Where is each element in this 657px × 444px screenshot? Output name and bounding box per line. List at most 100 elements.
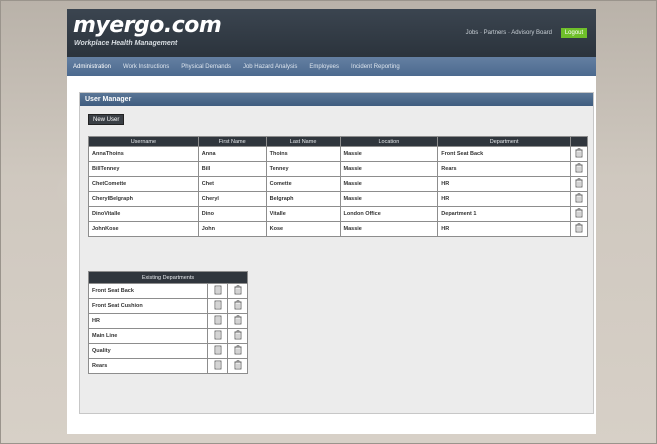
- nav-item-job-hazard-analysis[interactable]: Job Hazard Analysis: [243, 64, 297, 70]
- edit-document-icon[interactable]: [214, 285, 222, 297]
- department-row[interactable]: HR: [88, 313, 248, 329]
- departments-table: Existing Departments Front Seat Back Fron…: [88, 271, 248, 374]
- cell-first: Anna: [197, 146, 267, 162]
- department-name: Quality: [88, 343, 208, 359]
- trash-icon[interactable]: [575, 208, 583, 218]
- cell-first: Dino: [197, 206, 267, 222]
- nav-item-employees[interactable]: Employees: [309, 64, 339, 70]
- cell-last: Thoins: [265, 146, 341, 162]
- department-row[interactable]: Front Seat Back: [88, 283, 248, 299]
- cell-location: London Office: [339, 206, 439, 222]
- department-name: Front Seat Back: [88, 283, 208, 299]
- edit-document-icon[interactable]: [214, 315, 222, 327]
- cell-username: CherylBelgraph: [88, 191, 199, 207]
- col-location[interactable]: Location: [339, 136, 439, 147]
- cell-last: Vitalle: [265, 206, 341, 222]
- top-links[interactable]: Jobs · Partners · Advisory Board: [466, 30, 552, 36]
- site-header: myergo.com Workplace Health Management J…: [67, 9, 596, 57]
- cell-username: DinoVitalle: [88, 206, 199, 222]
- delete-cell: [227, 283, 248, 299]
- col-last-name[interactable]: Last Name: [265, 136, 341, 147]
- edit-document-icon[interactable]: [214, 300, 222, 312]
- cell-username: AnnaThoins: [88, 146, 199, 162]
- table-row[interactable]: ChetComette Chet Comette Massie HR: [88, 176, 588, 192]
- department-row[interactable]: Main Line: [88, 328, 248, 344]
- table-row[interactable]: JohnKose John Kose Massie HR: [88, 221, 588, 237]
- col-username[interactable]: Username: [88, 136, 199, 147]
- panel-title: User Manager: [80, 93, 593, 106]
- cell-department: HR: [437, 221, 571, 237]
- trash-icon[interactable]: [234, 285, 242, 295]
- nav-item-work-instructions[interactable]: Work Instructions: [123, 64, 169, 70]
- department-row[interactable]: Rears: [88, 358, 248, 374]
- trash-icon[interactable]: [234, 330, 242, 340]
- cell-location: Massie: [339, 146, 439, 162]
- edit-document-icon[interactable]: [214, 345, 222, 357]
- edit-cell: [207, 283, 228, 299]
- cell-department: HR: [437, 176, 571, 192]
- trash-icon[interactable]: [575, 178, 583, 188]
- departments-title: Existing Departments: [88, 271, 248, 284]
- nav-item-physical-demands[interactable]: Physical Demands: [181, 64, 231, 70]
- logo-text: myergo.com: [73, 13, 222, 38]
- trash-icon[interactable]: [234, 345, 242, 355]
- cell-last: Belgraph: [265, 191, 341, 207]
- cell-department: Department 1: [437, 206, 571, 222]
- cell-first: Cheryl: [197, 191, 267, 207]
- new-user-button[interactable]: New User: [88, 114, 125, 125]
- cell-username: BillTenney: [88, 161, 199, 177]
- delete-cell: [227, 343, 248, 359]
- col-first-name[interactable]: First Name: [197, 136, 267, 147]
- table-row[interactable]: DinoVitalle Dino Vitalle London Office Depar…: [88, 206, 588, 222]
- site-tagline: Workplace Health Management: [74, 40, 178, 47]
- cell-username: ChetComette: [88, 176, 199, 192]
- cell-last: Comette: [265, 176, 341, 192]
- table-row[interactable]: CherylBelgraph Cheryl Belgraph Massie HR: [88, 191, 588, 207]
- nav-item-incident-reporting[interactable]: Incident Reporting: [351, 64, 400, 70]
- users-table: Username First Name Last Name Location D…: [88, 136, 588, 237]
- cell-first: Bill: [197, 161, 267, 177]
- table-row[interactable]: BillTenney Bill Tenney Massie Rears: [88, 161, 588, 177]
- delete-cell: [227, 298, 248, 314]
- edit-cell: [207, 358, 228, 374]
- delete-cell: [570, 176, 588, 192]
- edit-cell: [207, 343, 228, 359]
- delete-cell: [227, 313, 248, 329]
- trash-icon[interactable]: [575, 193, 583, 203]
- cell-location: Massie: [339, 191, 439, 207]
- department-name: Front Seat Cushion: [88, 298, 208, 314]
- nav-item-administration[interactable]: Administration: [73, 64, 111, 70]
- col-actions: [570, 136, 588, 147]
- cell-department: Front Seat Back: [437, 146, 571, 162]
- col-department[interactable]: Department: [437, 136, 571, 147]
- trash-icon[interactable]: [234, 360, 242, 370]
- edit-document-icon[interactable]: [214, 360, 222, 372]
- trash-icon[interactable]: [234, 315, 242, 325]
- trash-icon[interactable]: [575, 163, 583, 173]
- departments-box: Existing Departments Front Seat Back Fron…: [88, 271, 248, 374]
- department-name: Rears: [88, 358, 208, 374]
- department-row[interactable]: Quality: [88, 343, 248, 359]
- department-row[interactable]: Front Seat Cushion: [88, 298, 248, 314]
- trash-icon[interactable]: [575, 148, 583, 158]
- cell-last: Kose: [265, 221, 341, 237]
- table-row[interactable]: AnnaThoins Anna Thoins Massie Front Seat Bac…: [88, 146, 588, 162]
- delete-cell: [570, 206, 588, 222]
- edit-document-icon[interactable]: [214, 330, 222, 342]
- cell-department: Rears: [437, 161, 571, 177]
- cell-first: John: [197, 221, 267, 237]
- cell-location: Massie: [339, 161, 439, 177]
- logout-button[interactable]: Logout: [561, 28, 587, 38]
- cell-last: Tenney: [265, 161, 341, 177]
- trash-icon[interactable]: [234, 300, 242, 310]
- delete-cell: [227, 358, 248, 374]
- cell-location: Massie: [339, 221, 439, 237]
- edit-cell: [207, 298, 228, 314]
- delete-cell: [570, 221, 588, 237]
- trash-icon[interactable]: [575, 223, 583, 233]
- department-name: HR: [88, 313, 208, 329]
- edit-cell: [207, 313, 228, 329]
- site-logo[interactable]: myergo.com: [73, 13, 222, 38]
- department-name: Main Line: [88, 328, 208, 344]
- delete-cell: [570, 146, 588, 162]
